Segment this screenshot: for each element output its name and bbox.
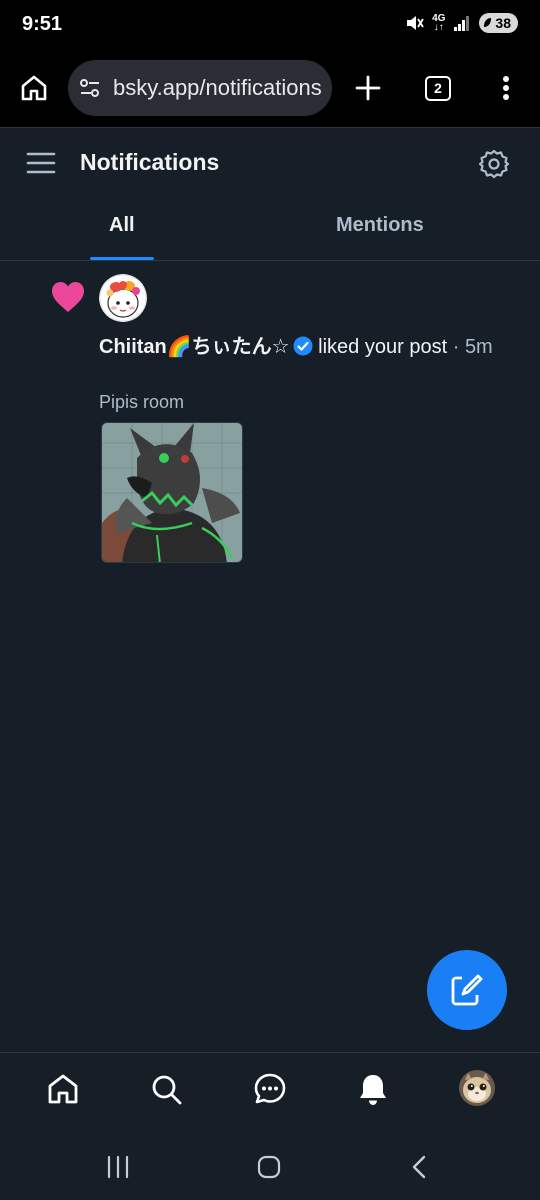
browser-home-icon[interactable] [18, 72, 50, 104]
tab-switcher-button[interactable]: 2 [425, 76, 451, 101]
heart-icon [52, 282, 84, 312]
new-tab-icon[interactable] [352, 72, 384, 104]
tab-mentions[interactable]: Mentions [336, 214, 424, 237]
menu-icon[interactable] [26, 150, 56, 176]
chat-icon[interactable] [252, 1071, 288, 1107]
status-time: 9:51 [22, 13, 63, 35]
signal-icon [454, 16, 470, 31]
compose-icon [451, 974, 483, 1006]
verified-badge-icon [293, 336, 313, 356]
back-icon[interactable] [406, 1154, 432, 1180]
gear-icon[interactable] [478, 148, 510, 180]
mute-icon [407, 16, 424, 30]
tab-all[interactable]: All [109, 214, 135, 237]
browser-toolbar: bsky.app/notifications 2 [0, 50, 540, 127]
compose-button[interactable] [427, 950, 507, 1030]
bell-icon[interactable] [355, 1071, 391, 1107]
profile-avatar-image [459, 1070, 495, 1106]
separator-dot: · [452, 336, 460, 358]
avatar-image [99, 274, 147, 322]
address-bar[interactable]: bsky.app/notifications [68, 60, 332, 116]
divider [0, 260, 540, 261]
home-icon[interactable] [45, 1071, 81, 1107]
battery-saver-icon [484, 18, 492, 27]
author-name[interactable]: Chiitan🌈ちぃたん☆ [99, 336, 290, 358]
profile-avatar[interactable] [459, 1070, 495, 1106]
browser-menu-icon[interactable] [494, 72, 518, 104]
status-bar: 9:51 4G ↓↑ 38 [0, 0, 540, 50]
notification-action: liked your post [318, 336, 448, 358]
site-settings-icon[interactable] [78, 76, 102, 100]
network-type: 4G ↓↑ [432, 13, 446, 33]
divider [0, 127, 540, 128]
system-navigation-bar [0, 1128, 540, 1200]
search-icon[interactable] [148, 1071, 184, 1107]
system-home-icon[interactable] [256, 1154, 282, 1180]
battery-indicator: 38 [479, 13, 518, 33]
page-title: Notifications [80, 149, 220, 175]
notification-text: Chiitan🌈ちぃたん☆ liked your post · 5m [99, 333, 509, 361]
notification-time: 5m [464, 336, 493, 358]
bottom-navigation [0, 1052, 540, 1128]
post-image-thumbnail[interactable] [101, 422, 243, 563]
post-image [102, 423, 242, 562]
status-icons: 4G ↓↑ 38 [404, 13, 518, 33]
avatar[interactable] [99, 274, 147, 322]
post-preview-text: Pipis room [99, 392, 185, 412]
recent-apps-icon[interactable] [105, 1154, 131, 1180]
url-text: bsky.app/notifications [113, 75, 322, 100]
